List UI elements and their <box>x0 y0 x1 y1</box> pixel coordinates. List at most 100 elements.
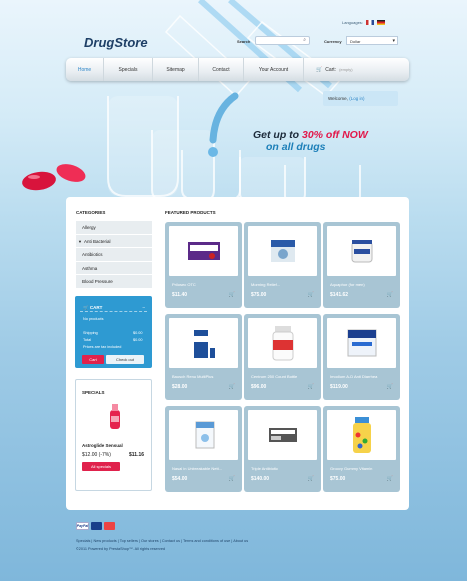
checkout-button[interactable]: Check out <box>106 355 144 364</box>
footer-link[interactable]: Top sellers <box>120 539 138 543</box>
login-link[interactable]: (Log in) <box>349 96 364 101</box>
languages-label: Languages: <box>342 20 363 25</box>
footer-link[interactable]: Our stores <box>141 539 159 543</box>
product-price: $75.00 <box>251 292 267 298</box>
welcome-box: Welcome, (Log in) <box>323 91 398 106</box>
cart-block-icon: 🛒 <box>83 305 90 310</box>
footer-link[interactable]: New products <box>93 539 116 543</box>
footer-link[interactable]: About us <box>233 539 248 543</box>
promo-headline: Get up to 30% off NOW <box>253 129 368 141</box>
currency-label: Currency <box>324 39 342 44</box>
nav-contact[interactable]: Contact <box>199 58 244 81</box>
currency-value: Dollar <box>350 39 361 44</box>
add-to-cart-icon[interactable]: 🛒 <box>229 292 235 298</box>
product-image[interactable] <box>248 226 317 276</box>
tax-note: Prices are tax included <box>83 345 122 349</box>
add-to-cart-icon[interactable]: 🛒 <box>229 476 235 482</box>
product-card[interactable]: Bausch Renu MultiPlus $28.00 🛒 <box>165 314 242 400</box>
nav-your-account[interactable]: Your Account <box>244 58 304 81</box>
product-image[interactable] <box>169 318 238 368</box>
product-card[interactable]: Prilosec OTC $11.40 🛒 <box>165 222 242 308</box>
product-image[interactable] <box>327 226 396 276</box>
language-selector: Languages: <box>342 20 385 25</box>
paypal-icon: PayPal <box>76 522 89 530</box>
mastercard-icon <box>104 522 115 530</box>
add-to-cart-icon[interactable]: 🛒 <box>308 292 314 298</box>
product-image[interactable] <box>169 226 238 276</box>
product-name[interactable]: Groovy Gummy Vitamin <box>330 466 372 471</box>
product-name[interactable]: Centrum 250 Count Bottle <box>251 374 297 379</box>
visa-icon <box>91 522 102 530</box>
add-to-cart-icon[interactable]: 🛒 <box>387 384 393 390</box>
site-logo[interactable]: DrugStore <box>84 35 148 50</box>
flag-uk-icon[interactable] <box>365 20 374 25</box>
product-name[interactable]: Nasal in Unbreakable Nett... <box>172 466 222 471</box>
product-image[interactable] <box>248 318 317 368</box>
product-name[interactable]: Aquaphor (for men) <box>330 282 365 287</box>
product-image[interactable] <box>169 410 238 460</box>
product-card[interactable]: Imodium A-D Anti Diarrhea $119.00 🛒 <box>323 314 400 400</box>
add-to-cart-icon[interactable]: 🛒 <box>387 292 393 298</box>
footer-links: Specials | New products | Top sellers | … <box>76 539 249 543</box>
product-image[interactable] <box>248 410 317 460</box>
product-name[interactable]: Prilosec OTC <box>172 282 196 287</box>
welcome-text: Welcome, <box>328 96 348 101</box>
search-input[interactable]: ⌕ <box>255 36 310 45</box>
product-card[interactable]: Morning Relief... $75.00 🛒 <box>244 222 321 308</box>
add-to-cart-icon[interactable]: 🛒 <box>387 476 393 482</box>
special-product-name[interactable]: Astroglide Sensual <box>82 443 123 448</box>
category-item[interactable]: Blood Pressure <box>76 275 152 289</box>
cart-button[interactable]: Cart <box>82 355 104 364</box>
product-name[interactable]: Morning Relief... <box>251 282 280 287</box>
promo-discount: 30% off <box>302 129 340 141</box>
product-name[interactable]: Imodium A-D Anti Diarrhea <box>330 374 377 379</box>
search-label: Search <box>237 39 251 44</box>
nav-cart[interactable]: 🛒 Cart: (empty) <box>304 67 353 73</box>
nav-home[interactable]: Home <box>66 58 104 81</box>
triangle-down-icon: ▼ <box>78 238 82 244</box>
product-image[interactable] <box>327 318 396 368</box>
category-item-expanded[interactable]: ▼ Anti Bacterial <box>76 234 152 248</box>
search-icon[interactable]: ⌕ <box>303 37 306 43</box>
add-to-cart-icon[interactable]: 🛒 <box>308 384 314 390</box>
currency-select[interactable]: Dollar ▾ <box>346 36 398 45</box>
product-card[interactable]: Aquaphor (for men) $141.62 🛒 <box>323 222 400 308</box>
add-to-cart-icon[interactable]: 🛒 <box>229 384 235 390</box>
divider <box>80 311 147 312</box>
promo-now: NOW <box>339 129 368 141</box>
all-specials-button[interactable]: All specials <box>82 462 120 471</box>
product-price: $96.00 <box>251 384 267 390</box>
nav-specials[interactable]: Specials <box>104 58 153 81</box>
footer-link[interactable]: Contact us <box>162 539 180 543</box>
product-name[interactable]: Triple Antibiotic <box>251 466 278 471</box>
add-to-cart-icon[interactable]: 🛒 <box>308 476 314 482</box>
featured-title: FEATURED PRODUCTS <box>165 210 216 215</box>
product-card[interactable]: Nasal in Unbreakable Nett... $54.00 🛒 <box>165 406 242 492</box>
category-item[interactable]: Antibiotics <box>76 248 152 262</box>
product-card[interactable]: Triple Antibiotic $140.00 🛒 <box>244 406 321 492</box>
categories-title: CATEGORIES <box>76 210 106 215</box>
product-price: $141.62 <box>330 292 349 298</box>
payment-icons: PayPal <box>76 522 115 530</box>
footer-link[interactable]: Specials <box>76 539 90 543</box>
specials-block: SPECIALS Astroglide Sensual $12.00 (-7%)… <box>75 379 152 491</box>
special-product-image[interactable] <box>107 402 123 430</box>
product-price: $119.00 <box>330 384 348 390</box>
nav-cart-status: (empty) <box>339 67 353 72</box>
copyright: ©2011 Powered by PrestaShop™. All rights… <box>76 547 166 551</box>
shipping-label: Shipping <box>83 331 98 335</box>
cart-empty-text: No products <box>83 317 104 321</box>
product-price: $11.40 <box>172 292 188 298</box>
product-price: $54.00 <box>172 476 188 482</box>
collapse-icon[interactable]: – <box>142 305 145 310</box>
nav-sitemap[interactable]: Sitemap <box>153 58 199 81</box>
flag-de-icon[interactable] <box>376 20 385 25</box>
footer-link[interactable]: Terms and conditions of use <box>183 539 230 543</box>
category-item[interactable]: Allergy <box>76 221 152 235</box>
product-card[interactable]: Centrum 250 Count Bottle $96.00 🛒 <box>244 314 321 400</box>
product-name[interactable]: Bausch Renu MultiPlus <box>172 374 213 379</box>
product-image[interactable] <box>327 410 396 460</box>
product-card[interactable]: Groovy Gummy Vitamin $75.00 🛒 <box>323 406 400 492</box>
product-price: $140.00 <box>251 476 270 482</box>
category-item[interactable]: Asthma <box>76 261 152 275</box>
